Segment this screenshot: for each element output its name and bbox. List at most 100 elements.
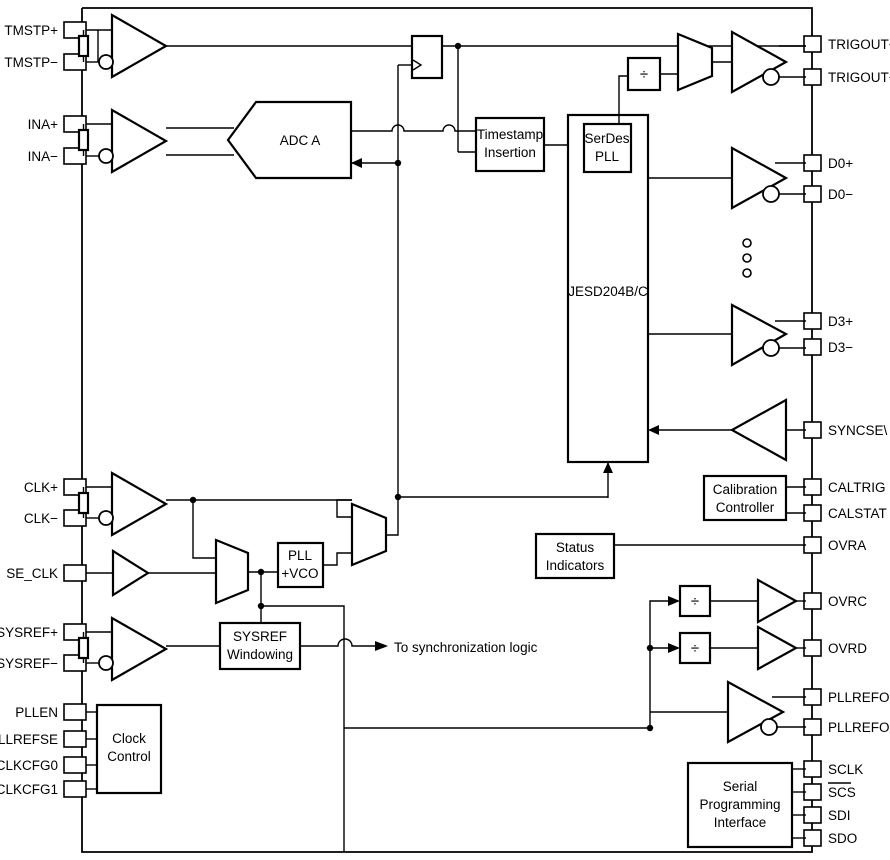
serdes-line1: SerDes (584, 131, 629, 146)
block-diagram-canvas: TMSTP+ TMSTP− INA+ INA− CLK+ CLK− SE_CLK… (0, 0, 890, 860)
pin-box-d3-n[interactable] (803, 338, 822, 356)
ovrc-divider-symbol: ÷ (691, 593, 699, 610)
pin-box-ovrc[interactable] (803, 592, 822, 610)
spi-line2: Programming (699, 797, 780, 812)
pin-box-trigout-n[interactable] (803, 68, 822, 86)
trigout-driver (730, 30, 789, 94)
ovrd-driver (756, 625, 799, 671)
pin-label-trigout-n: TRIGOUT− (828, 70, 890, 85)
pin-label-ovrd: OVRD (828, 641, 867, 656)
calib-line2: Controller (716, 500, 775, 515)
pin-label-d0-n: D0− (828, 187, 853, 202)
pin-box-d3-p[interactable] (803, 312, 822, 330)
timestamp-line1: Timestamp (477, 127, 543, 142)
d3-inverting-bubble (762, 339, 780, 357)
pin-label-sclk: SCLK (828, 762, 863, 777)
pin-box-ovrd[interactable] (803, 639, 822, 657)
pin-box-d0-n[interactable] (803, 185, 822, 203)
arrow-jesd-clk (603, 462, 613, 473)
pin-label-clk-n: CLK− (24, 511, 58, 526)
arrow-ovrd-divider (668, 643, 680, 653)
pin-label-clkcfg0: CLKCFG0 (0, 758, 58, 773)
arrow-into-adc (351, 158, 362, 168)
timestamp-insertion-block: Timestamp Insertion (474, 116, 568, 173)
pin-label-caltrig: CALTRIG (828, 480, 886, 495)
clock-source-mux-shape (214, 538, 250, 605)
left-pin-labels: TMSTP+ TMSTP− INA+ INA− CLK+ CLK− SE_CLK… (0, 23, 58, 797)
d3-output-stage (648, 303, 806, 367)
pin-label-tmstp-p: TMSTP+ (4, 23, 58, 38)
junction-adc-clk (394, 159, 402, 167)
diagram-svg: TMSTP+ TMSTP− INA+ INA− CLK+ CLK− SE_CLK… (0, 7, 890, 853)
pin-label-sdi: SDI (828, 808, 851, 823)
tmstp-amplifier (110, 13, 169, 79)
pin-label-d3-n: D3− (828, 340, 853, 355)
pin-box-se-clk[interactable] (63, 564, 87, 582)
pin-box-scs[interactable] (803, 783, 822, 801)
wire-bypass-to-mux2 (336, 499, 352, 518)
wire-mux2-out (386, 497, 399, 536)
pin-label-pllrefse: PLLREFSE (0, 732, 58, 747)
pll-line1: PLL (288, 548, 313, 563)
pin-label-ina-n: INA− (28, 149, 59, 164)
sysref-inverting-bubble (98, 655, 114, 671)
clock-control-line2: Control (107, 749, 151, 764)
pin-label-pllen: PLLEN (15, 705, 58, 720)
pin-label-ina-p: INA+ (28, 117, 59, 132)
pin-box-calstat[interactable] (803, 504, 822, 522)
ina-input-stage (77, 108, 234, 174)
pin-box-syncse[interactable] (803, 421, 822, 439)
termination-resistor-clk (77, 491, 90, 515)
wire-adc-data-out (351, 124, 476, 132)
sysref-input-stage (77, 616, 220, 682)
pin-box-d0-p[interactable] (803, 154, 822, 172)
pin-box-pllen[interactable] (63, 703, 87, 721)
pin-box-sdi[interactable] (803, 806, 822, 824)
ellipsis-dot-3 (742, 268, 752, 278)
pin-box-pllrefse[interactable] (63, 730, 87, 748)
sysref-windowing-block: SYSREF Windowing To synchronization logi… (218, 572, 538, 852)
pin-label-syncse: SYNCSE\ (828, 423, 888, 438)
status-line1: Status (556, 540, 595, 555)
pin-box-sclk[interactable] (803, 760, 822, 778)
termination-resistor-sysref (77, 636, 90, 660)
syncse-input-stage (648, 398, 806, 462)
pin-box-ovra[interactable] (803, 536, 822, 554)
status-indicators-block: Status Indicators (534, 532, 806, 580)
pin-box-pllrefo-p[interactable] (803, 688, 822, 706)
spi-block: Serial Programming Interface (686, 761, 806, 849)
spi-line3: Interface (714, 815, 767, 830)
d0-output-stage (648, 146, 806, 210)
termination-resistor-tmstp (77, 34, 90, 58)
adc-a-label: ADC A (280, 133, 321, 148)
pin-box-caltrig[interactable] (803, 478, 822, 496)
pin-label-clk-p: CLK+ (24, 480, 58, 495)
wire-pll-to-mux2 (323, 552, 352, 566)
ellipsis-dot-2 (742, 253, 752, 263)
jesd204-block: JESD204B/C SerDes PLL (566, 75, 650, 498)
pin-label-d0-p: D0+ (828, 156, 853, 171)
d0-inverting-bubble (762, 185, 780, 203)
wire-window-out (300, 638, 375, 647)
pin-label-tmstp-n: TMSTP− (4, 55, 58, 70)
arrow-ovrc-divider (668, 596, 680, 606)
termination-resistor-ina (77, 128, 90, 152)
sysref-line2: Windowing (227, 647, 293, 662)
wire-to-ovrc-divider (649, 600, 668, 728)
lane-ellipsis (742, 238, 752, 278)
trigout-inverting-bubble (762, 68, 780, 86)
pin-label-pllrefo-n: PLLREFO− (828, 720, 890, 735)
clock-control-line1: Clock (112, 731, 146, 746)
sync-logic-note: To synchronization logic (394, 640, 538, 655)
trigout-divider-symbol: ÷ (640, 66, 648, 83)
pin-box-sdo[interactable] (803, 829, 822, 847)
se-clk-amplifier (111, 549, 151, 597)
arrow-sync-logic (375, 641, 388, 651)
pllrefo-inverting-bubble (760, 718, 778, 736)
pin-label-d3-p: D3+ (828, 314, 853, 329)
pin-label-scs: SCS (828, 785, 856, 800)
pin-box-trigout-p[interactable] (803, 35, 822, 53)
pin-box-pllrefo-n[interactable] (803, 718, 822, 736)
pin-box-clkcfg1[interactable] (63, 780, 87, 798)
pin-box-clkcfg0[interactable] (63, 756, 87, 774)
